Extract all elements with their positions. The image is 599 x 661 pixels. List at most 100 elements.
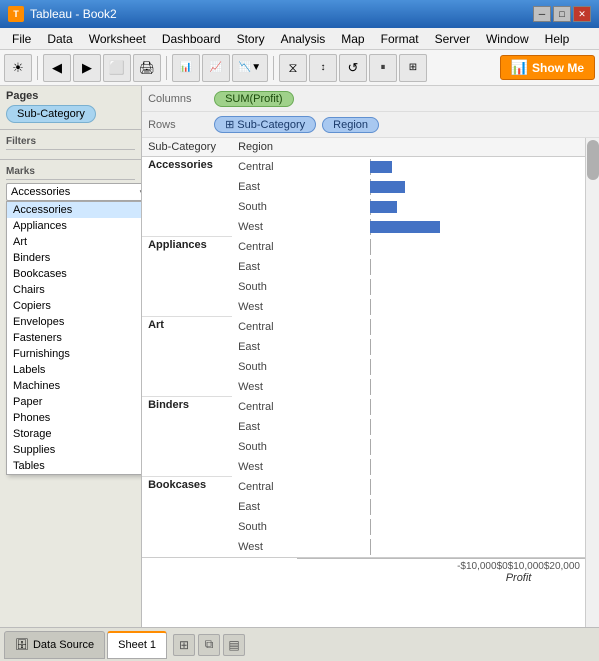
bar-appliances-central <box>297 237 585 257</box>
menu-analysis[interactable]: Analysis <box>273 28 334 49</box>
rows-pill-1[interactable]: ⊞ Sub-Category <box>214 116 316 133</box>
refresh-button[interactable]: ↺ <box>339 54 367 82</box>
menu-story[interactable]: Story <box>229 28 273 49</box>
dropdown-item-appliances[interactable]: Appliances <box>7 218 142 234</box>
dropdown-menu[interactable]: Accessories Appliances Art Binders Bookc… <box>6 201 142 475</box>
toolbar-sep-1 <box>37 56 38 80</box>
filter-button[interactable]: ⧖ <box>279 54 307 82</box>
category-accessories: Accessories <box>142 157 232 237</box>
dropdown-item-copiers[interactable]: Copiers <box>7 298 142 314</box>
new-button[interactable]: ☀ <box>4 54 32 82</box>
dropdown-item-accessories[interactable]: Accessories <box>7 202 142 218</box>
menu-window[interactable]: Window <box>478 28 537 49</box>
axis-tick-10k: $10,000 <box>508 561 544 572</box>
menu-format[interactable]: Format <box>373 28 427 49</box>
axis-label: Profit <box>452 572 585 584</box>
data-source-label: Data Source <box>33 639 94 651</box>
close-button[interactable]: ✕ <box>573 6 591 22</box>
layout-button[interactable]: ⊞ <box>399 54 427 82</box>
print-button[interactable]: 🖨 <box>133 54 161 82</box>
dropdown-item-bookcases[interactable]: Bookcases <box>7 266 142 282</box>
pages-pill[interactable]: Sub-Category <box>6 105 96 123</box>
bar-bookcases-west <box>297 537 585 557</box>
axis-label-spacer <box>297 572 452 584</box>
add-worksheet-button[interactable]: ⊞ <box>173 634 195 656</box>
columns-label: Columns <box>148 93 208 105</box>
data-source-tab[interactable]: 🗄 Data Source <box>4 631 105 659</box>
bar-accessories-west <box>297 217 585 237</box>
back-button[interactable]: ◀ <box>43 54 71 82</box>
bar-chart-icon: 📊 <box>511 59 528 76</box>
bar-art-east <box>297 337 585 357</box>
dropdown-item-tables[interactable]: Tables <box>7 458 142 474</box>
tableau-icon: T <box>8 6 24 22</box>
header-subcategory: Sub-Category <box>142 138 232 157</box>
sheet-1-tab[interactable]: Sheet 1 <box>107 631 167 659</box>
menu-server[interactable]: Server <box>427 28 478 49</box>
table-row: Bookcases Central <box>142 477 585 497</box>
scrollbar-thumb[interactable] <box>587 140 599 180</box>
bar-accessories-south <box>297 197 585 217</box>
toolbar-sep-3 <box>273 56 274 80</box>
add-story-button[interactable]: ▤ <box>223 634 245 656</box>
show-me-label: Show Me <box>532 61 584 75</box>
region-central: Central <box>232 157 297 177</box>
region-central: Central <box>232 397 297 417</box>
table-row: Art Central <box>142 317 585 337</box>
dropdown-item-phones[interactable]: Phones <box>7 410 142 426</box>
maximize-button[interactable]: □ <box>553 6 571 22</box>
header-chart <box>297 138 585 157</box>
menu-map[interactable]: Map <box>333 28 372 49</box>
minimize-button[interactable]: ─ <box>533 6 551 22</box>
dropdown-item-fasteners[interactable]: Fasteners <box>7 330 142 346</box>
home-button[interactable]: ⬜ <box>103 54 131 82</box>
region-central: Central <box>232 237 297 257</box>
forward-button[interactable]: ▶ <box>73 54 101 82</box>
dropdown-trigger[interactable]: Accessories ▼ <box>6 183 142 201</box>
sort-button[interactable]: ↕ <box>309 54 337 82</box>
table-row: Appliances Central <box>142 237 585 257</box>
axis-tick-0: $0 <box>497 561 508 572</box>
dropdown-item-storage[interactable]: Storage <box>7 426 142 442</box>
database-icon: 🗄 <box>15 638 29 651</box>
region-south: South <box>232 517 297 537</box>
chart-scroll[interactable]: Sub-Category Region Accessories Central <box>142 138 585 627</box>
toolbar-sep-2 <box>166 56 167 80</box>
dropdown-container[interactable]: Accessories ▼ Accessories Appliances Art… <box>6 183 135 201</box>
content-area: Columns SUM(Profit) Rows ⊞ Sub-Category … <box>142 86 599 627</box>
bar-appliances-east <box>297 257 585 277</box>
region-west: West <box>232 217 297 237</box>
bar-chart-button[interactable]: 📊 <box>172 54 200 82</box>
pause-button[interactable]: ⏸ <box>369 54 397 82</box>
rows-pill-2[interactable]: Region <box>322 117 379 133</box>
toolbar: ☀ ◀ ▶ ⬜ 🖨 📊 📈 📉▼ ⧖ ↕ ↺ ⏸ ⊞ 📊 Show Me <box>0 50 599 86</box>
bar-binders-south <box>297 437 585 457</box>
chart-area: Sub-Category Region Accessories Central <box>142 138 599 627</box>
chart-header: Sub-Category Region <box>142 138 585 157</box>
menu-bar: File Data Worksheet Dashboard Story Anal… <box>0 28 599 50</box>
menu-data[interactable]: Data <box>39 28 80 49</box>
chart3-button[interactable]: 📉▼ <box>232 54 268 82</box>
rows-label: Rows <box>148 119 208 131</box>
menu-file[interactable]: File <box>4 28 39 49</box>
show-me-button[interactable]: 📊 Show Me <box>500 55 595 80</box>
bar-art-central <box>297 317 585 337</box>
dropdown-item-art[interactable]: Art <box>7 234 142 250</box>
chart-scrollbar[interactable] <box>585 138 599 627</box>
dropdown-item-furnishings[interactable]: Furnishings <box>7 346 142 362</box>
dropdown-item-labels[interactable]: Labels <box>7 362 142 378</box>
dropdown-item-chairs[interactable]: Chairs <box>7 282 142 298</box>
dropdown-item-machines[interactable]: Machines <box>7 378 142 394</box>
region-east: East <box>232 177 297 197</box>
add-dashboard-button[interactable]: ⧉ <box>198 634 220 656</box>
dropdown-item-binders[interactable]: Binders <box>7 250 142 266</box>
columns-pill[interactable]: SUM(Profit) <box>214 91 293 107</box>
menu-dashboard[interactable]: Dashboard <box>154 28 229 49</box>
menu-worksheet[interactable]: Worksheet <box>81 28 154 49</box>
chart2-button[interactable]: 📈 <box>202 54 230 82</box>
window-controls[interactable]: ─ □ ✕ <box>533 6 591 22</box>
dropdown-item-supplies[interactable]: Supplies <box>7 442 142 458</box>
dropdown-item-envelopes[interactable]: Envelopes <box>7 314 142 330</box>
dropdown-item-paper[interactable]: Paper <box>7 394 142 410</box>
menu-help[interactable]: Help <box>537 28 578 49</box>
